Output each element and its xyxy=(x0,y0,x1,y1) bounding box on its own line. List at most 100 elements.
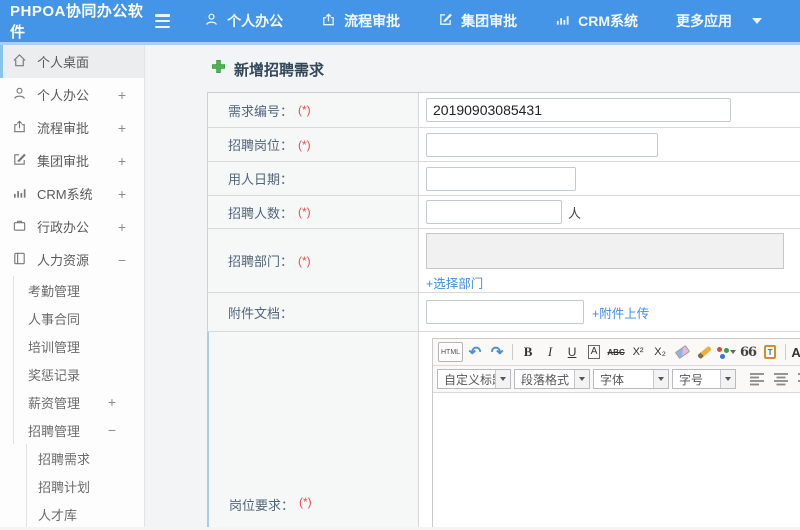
sidebar-item-label: 招聘计划 xyxy=(38,479,91,495)
sidebar-item-label: CRM系统 xyxy=(37,187,93,202)
share-up-icon xyxy=(12,119,37,137)
department-textarea[interactable] xyxy=(426,233,784,269)
underline-button[interactable]: U xyxy=(562,342,582,362)
sidebar-item-human-resources[interactable]: 人力资源 − xyxy=(0,243,144,276)
recruitment-form: 需求编号： (*) 招聘岗位： (*) 用人日期： xyxy=(207,92,800,527)
paragraph-format-select[interactable]: 段落格式 xyxy=(514,369,590,389)
nav-group-approval[interactable]: 集团审批 xyxy=(438,11,517,31)
sidebar-item-recruitment-plan[interactable]: 招聘计划 xyxy=(0,472,144,500)
field-label-cell: 用人日期： xyxy=(207,162,419,195)
field-value-cell xyxy=(419,162,800,195)
html-source-button[interactable]: HTML xyxy=(438,342,464,362)
briefcase-icon xyxy=(12,218,37,236)
sidebar-item-admin-office[interactable]: 行政办公 + xyxy=(0,210,144,243)
form-row-headcount: 招聘人数： (*) 人 xyxy=(207,196,800,229)
font-color-button[interactable]: A xyxy=(791,342,800,362)
select-department-link[interactable]: +选择部门 xyxy=(426,273,483,292)
subscript-button[interactable]: X₂ xyxy=(650,342,670,362)
sidebar-item-attendance-management[interactable]: 考勤管理 xyxy=(0,276,144,304)
undo-icon[interactable]: ↶ xyxy=(465,342,485,362)
emoticon-button[interactable] xyxy=(716,342,736,362)
format-painter-button[interactable] xyxy=(694,342,714,362)
font-size-select[interactable]: 字号 xyxy=(672,369,736,389)
edit-icon xyxy=(12,152,37,170)
form-row-request-number: 需求编号： (*) xyxy=(207,93,800,128)
sidebar: 个人桌面 个人办公 + 流程审批 + 集团审批 + CRM系统 + 行政办公 + xyxy=(0,45,145,527)
attachment-upload-link[interactable]: +附件上传 xyxy=(592,303,649,322)
superscript-button[interactable]: X² xyxy=(628,342,648,362)
caret-down-icon xyxy=(720,370,735,388)
field-label: 需求编号： xyxy=(228,103,294,119)
nav-item-label: 流程审批 xyxy=(344,13,401,29)
align-right-icon[interactable] xyxy=(795,369,800,389)
align-left-icon[interactable] xyxy=(747,369,767,389)
align-center-icon[interactable] xyxy=(771,369,791,389)
toolbar-separator xyxy=(785,344,787,360)
menu-toggle-icon[interactable] xyxy=(155,14,171,28)
field-value-cell: +附件上传 xyxy=(419,293,800,331)
nav-item-label: 集团审批 xyxy=(461,13,518,29)
caret-down-icon xyxy=(752,18,762,24)
field-value-cell xyxy=(419,128,800,161)
sidebar-item-crm-system[interactable]: CRM系统 + xyxy=(0,177,144,210)
editor-toolbar-top: HTML ↶ ↷ B I U A ABC X² X₂ 66 T A xyxy=(433,339,800,366)
form-row-position: 招聘岗位： (*) xyxy=(207,128,800,162)
required-mark: (*) xyxy=(298,205,311,219)
field-label: 招聘岗位： xyxy=(228,138,294,153)
nav-crm-system[interactable]: CRM系统 xyxy=(555,11,638,31)
hire-date-input[interactable] xyxy=(426,166,576,191)
sidebar-item-talent-pool[interactable]: 人才库 xyxy=(0,500,144,527)
blockquote-button[interactable]: 66 xyxy=(738,342,758,362)
nav-item-label: 更多应用 xyxy=(676,13,732,29)
bar-chart-icon xyxy=(555,12,570,30)
field-label-cell: 招聘部门： (*) xyxy=(207,229,419,292)
sidebar-item-label: 招聘管理 xyxy=(28,423,81,439)
sidebar-item-personal-desktop[interactable]: 个人桌面 xyxy=(0,45,144,78)
eraser-icon xyxy=(674,344,690,360)
font-style-button[interactable]: A xyxy=(584,342,604,362)
sidebar-item-label: 个人桌面 xyxy=(37,55,90,70)
share-up-icon xyxy=(321,12,336,30)
person-icon xyxy=(204,12,219,30)
color-dots-icon xyxy=(716,346,722,352)
strikethrough-button[interactable]: ABC xyxy=(606,342,626,362)
sidebar-item-training-management[interactable]: 培训管理 xyxy=(0,332,144,360)
topbar: PHPOA协同办公软件 个人办公 流程审批 集团审批 CRM系统 更多应用 xyxy=(0,0,800,45)
sidebar-item-workflow-approval[interactable]: 流程审批 + xyxy=(0,111,144,144)
request-number-input[interactable] xyxy=(426,98,731,122)
remove-format-button[interactable] xyxy=(672,342,692,362)
custom-title-select[interactable]: 自定义标题 xyxy=(437,369,511,389)
book-icon xyxy=(12,251,37,269)
editor-content-area[interactable] xyxy=(433,393,800,527)
attachment-input[interactable] xyxy=(426,300,584,324)
sidebar-item-salary-management[interactable]: 薪资管理 + xyxy=(0,388,144,416)
bar-chart-icon xyxy=(12,185,37,203)
sidebar-item-group-approval[interactable]: 集团审批 + xyxy=(0,144,144,177)
sidebar-item-personal-office[interactable]: 个人办公 + xyxy=(0,78,144,111)
headcount-input[interactable] xyxy=(426,200,562,224)
form-row-department: 招聘部门： (*) +选择部门 xyxy=(207,229,800,293)
nav-item-label: 个人办公 xyxy=(227,13,284,29)
page-title: 新增招聘需求 xyxy=(234,61,325,79)
nav-workflow-approval[interactable]: 流程审批 xyxy=(321,11,400,31)
caret-down-icon xyxy=(495,370,510,388)
expand-plus-icon: + xyxy=(117,185,126,202)
sidebar-item-reward-punishment-records[interactable]: 奖惩记录 xyxy=(0,360,144,388)
italic-button[interactable]: I xyxy=(540,342,560,362)
bold-button[interactable]: B xyxy=(518,342,538,362)
sidebar-item-personnel-contract[interactable]: 人事合同 xyxy=(0,304,144,332)
sidebar-item-label: 考勤管理 xyxy=(28,283,81,299)
paste-button[interactable]: T xyxy=(760,342,780,362)
editor-toolbar-bottom: 自定义标题 段落格式 字体 xyxy=(433,366,800,393)
expand-plus-icon: + xyxy=(117,86,126,103)
position-input[interactable] xyxy=(426,132,658,157)
font-family-select[interactable]: 字体 xyxy=(593,369,669,389)
redo-icon[interactable]: ↷ xyxy=(487,342,507,362)
brush-icon xyxy=(696,345,712,359)
nav-more-apps[interactable]: 更多应用 xyxy=(676,11,762,31)
sidebar-item-recruitment-requirements[interactable]: 招聘需求 xyxy=(0,444,144,472)
nav-personal-office[interactable]: 个人办公 xyxy=(204,11,283,31)
field-label-cell: 招聘人数： (*) xyxy=(207,196,419,228)
sidebar-item-recruitment-management[interactable]: 招聘管理 − xyxy=(0,416,144,444)
required-mark: (*) xyxy=(298,137,311,152)
